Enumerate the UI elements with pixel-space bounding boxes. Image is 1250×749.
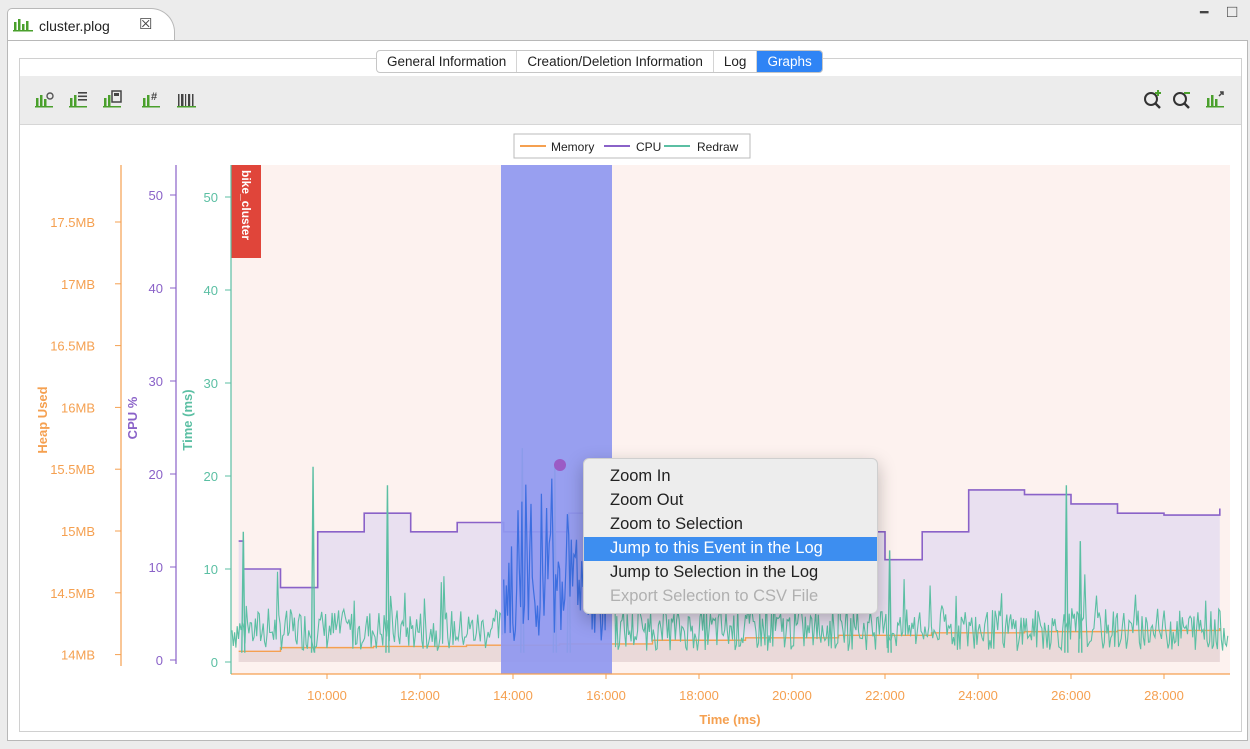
x-tick-label: 26:000 xyxy=(1051,688,1091,703)
heap-tick-label: 16MB xyxy=(61,400,95,415)
heap-tick-label: 14.5MB xyxy=(50,586,95,601)
heap-tick-label: 16.5MB xyxy=(50,339,95,354)
context-menu: Zoom In Zoom Out Zoom to Selection Jump … xyxy=(583,458,878,614)
x-tick-label: 14:000 xyxy=(493,688,533,703)
heap-tick-label: 17.5MB xyxy=(50,215,95,230)
x-tick-label: 20:000 xyxy=(772,688,812,703)
heap-tick-label: 14MB xyxy=(61,648,95,663)
legend-cpu: CPU xyxy=(636,140,661,154)
cpu-tick-label: 50 xyxy=(149,188,163,203)
heap-tick-label: 15.5MB xyxy=(50,462,95,477)
heap-axis-title: Heap Used xyxy=(35,386,50,453)
chart-legend: Memory CPU Redraw xyxy=(513,133,751,159)
event-marker-label: bike_cluster xyxy=(239,170,253,240)
menu-item-zoom-to-selection[interactable]: Zoom to Selection xyxy=(584,513,877,537)
menu-item-label: Export Selection to CSV File xyxy=(610,587,819,605)
graph-chart[interactable]: Memory CPU Redraw bike_cluster 10:000 12:… xyxy=(0,0,1250,749)
heap-tick-label: 17MB xyxy=(61,277,95,292)
x-tick-label: 22:000 xyxy=(865,688,905,703)
cpu-tick-label: 30 xyxy=(149,374,163,389)
heap-tick-label: 15MB xyxy=(61,524,95,539)
x-tick-label: 10:000 xyxy=(307,688,347,703)
menu-item-label: Zoom In xyxy=(610,467,671,485)
time-tick-label: 10 xyxy=(204,562,218,577)
cpu-axis-title: CPU % xyxy=(125,396,140,439)
x-tick-label: 28:000 xyxy=(1144,688,1184,703)
time-tick-label: 40 xyxy=(204,283,218,298)
menu-item-label: Zoom Out xyxy=(610,491,684,509)
x-axis-title: Time (ms) xyxy=(699,712,760,727)
menu-item-jump-to-selection[interactable]: Jump to Selection in the Log xyxy=(584,561,877,585)
menu-item-label: Jump to this Event in the Log xyxy=(610,539,823,557)
cpu-tick-label: 40 xyxy=(149,281,163,296)
menu-item-export-csv: Export Selection to CSV File xyxy=(584,585,877,609)
event-marker[interactable]: bike_cluster xyxy=(231,165,261,258)
x-tick-label: 18:000 xyxy=(679,688,719,703)
time-axis-title: Time (ms) xyxy=(180,389,195,450)
menu-item-label: Zoom to Selection xyxy=(610,515,743,533)
x-tick-label: 12:000 xyxy=(400,688,440,703)
time-tick-label: 0 xyxy=(211,655,218,670)
time-tick-label: 50 xyxy=(204,190,218,205)
cpu-tick-label: 20 xyxy=(149,467,163,482)
legend-redraw: Redraw xyxy=(697,140,739,154)
time-tick-label: 20 xyxy=(204,469,218,484)
x-tick-label: 16:000 xyxy=(586,688,626,703)
menu-item-label: Jump to Selection in the Log xyxy=(610,563,819,581)
x-tick-label: 24:000 xyxy=(958,688,998,703)
cpu-tick-label: 0 xyxy=(156,653,163,668)
selected-event-point[interactable] xyxy=(554,459,566,471)
menu-item-zoom-in[interactable]: Zoom In xyxy=(584,465,877,489)
time-tick-label: 30 xyxy=(204,376,218,391)
menu-item-jump-to-event[interactable]: Jump to this Event in the Log xyxy=(584,537,877,561)
legend-memory: Memory xyxy=(551,140,594,154)
cpu-tick-label: 10 xyxy=(149,560,163,575)
menu-item-zoom-out[interactable]: Zoom Out xyxy=(584,489,877,513)
